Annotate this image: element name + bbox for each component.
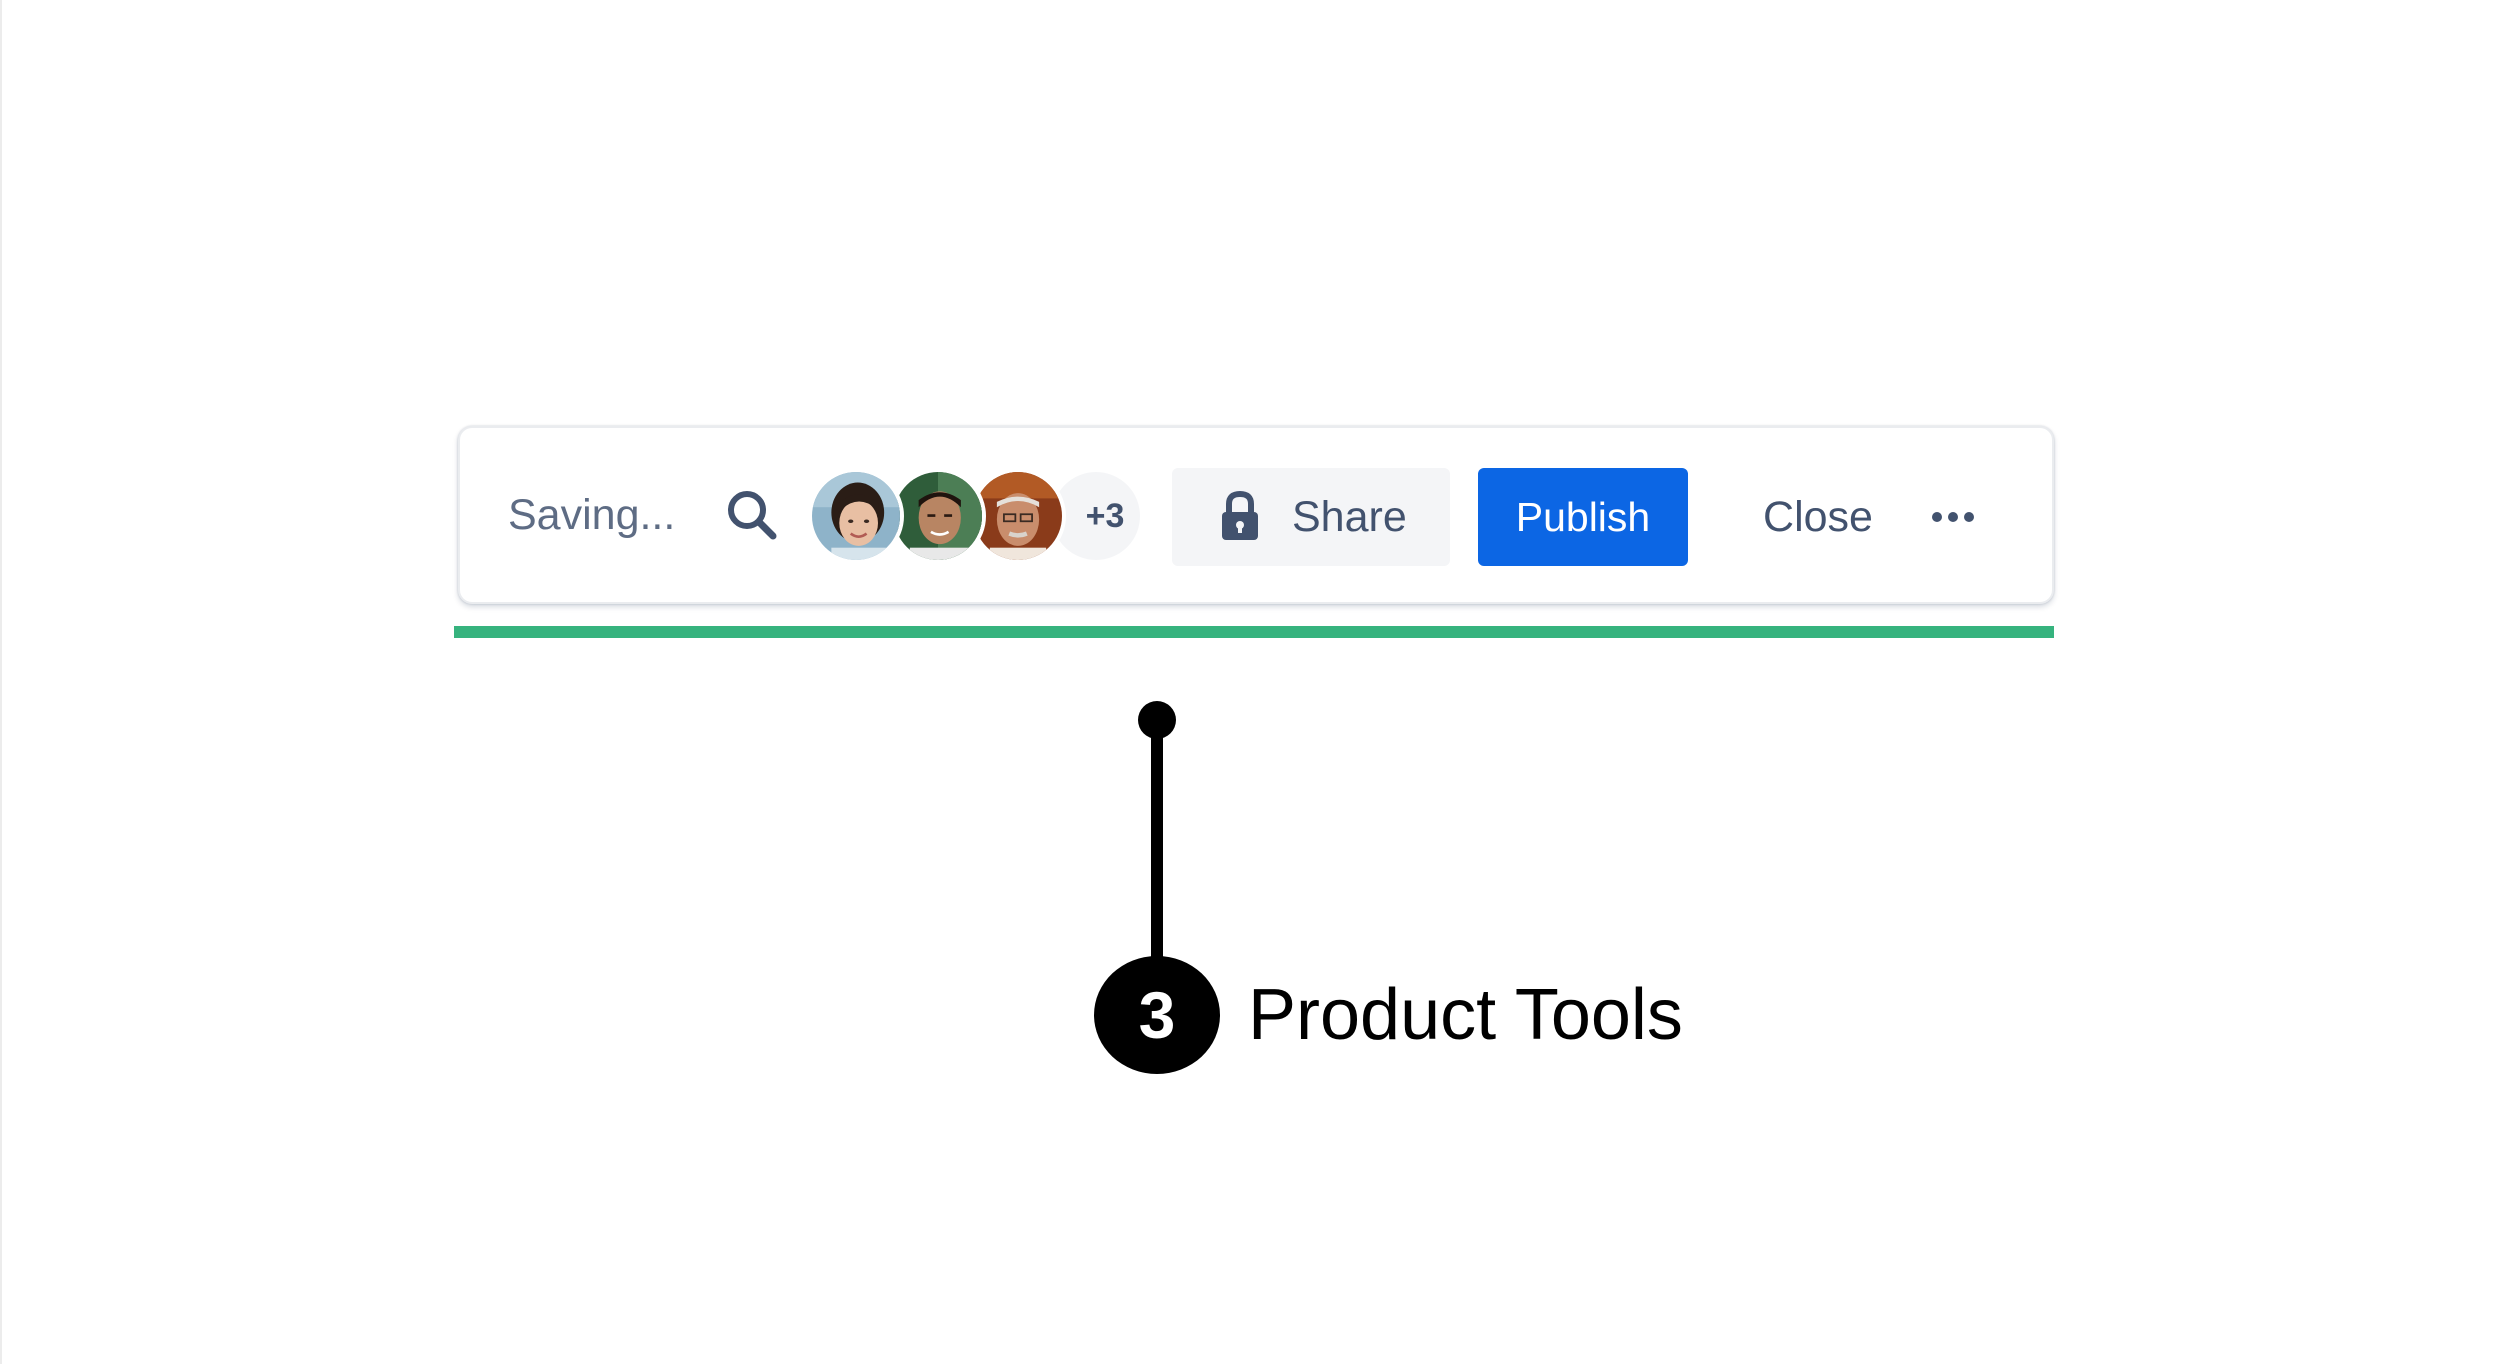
callout-connector	[1138, 701, 1176, 960]
page-edge	[0, 0, 2, 1364]
collaborator-avatar[interactable]	[808, 468, 904, 564]
product-tools-toolbar: Saving... +3 Share Publish Close	[458, 426, 2054, 604]
callout-label: Product Tools	[1248, 975, 1683, 1055]
share-button-label: Share	[1292, 493, 1407, 541]
more-horizontal-icon	[1932, 512, 1974, 522]
lock-icon	[1220, 490, 1260, 542]
callout-number-badge: 3	[1094, 956, 1220, 1074]
more-actions-button[interactable]	[1922, 486, 1984, 548]
search-icon[interactable]	[722, 485, 782, 545]
save-progress-bar	[454, 626, 2054, 638]
saving-status: Saving...	[508, 491, 676, 539]
collaborator-avatar[interactable]	[890, 468, 986, 564]
share-button[interactable]: Share	[1172, 468, 1450, 566]
close-button[interactable]: Close	[1730, 468, 1906, 566]
publish-button[interactable]: Publish	[1478, 468, 1688, 566]
